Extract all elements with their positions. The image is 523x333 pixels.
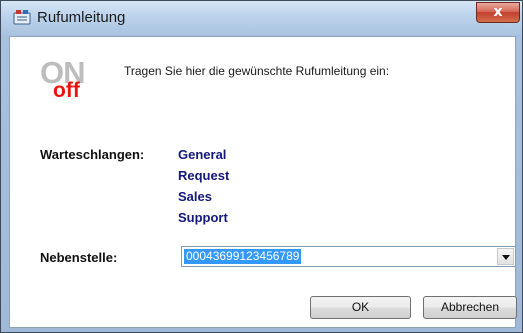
on-off-logo: ON off: [40, 57, 90, 107]
chevron-down-icon: [502, 255, 510, 260]
extension-combobox[interactable]: 00043699123456789: [181, 246, 516, 267]
ok-button[interactable]: OK: [310, 296, 411, 319]
close-icon: x: [493, 4, 503, 20]
instruction-text: Tragen Sie hier die gewünschte Rufumleit…: [124, 64, 390, 78]
queues-label: Warteschlangen:: [40, 147, 145, 162]
extension-value[interactable]: 00043699123456789: [184, 249, 302, 264]
logo-off-text: off: [53, 79, 80, 102]
queue-item-general[interactable]: General: [178, 146, 229, 167]
cancel-button[interactable]: Abbrechen: [423, 296, 517, 319]
queue-list: General Request Sales Support: [178, 146, 229, 230]
window-title: Rufumleitung: [37, 9, 126, 26]
title-bar[interactable]: Rufumleitung x: [1, 1, 522, 35]
queue-item-sales[interactable]: Sales: [178, 188, 229, 209]
queue-item-support[interactable]: Support: [178, 209, 229, 230]
phone-redirect-icon: [13, 10, 31, 25]
dialog-window: Rufumleitung x ON off Tragen Sie hier di…: [0, 0, 523, 333]
dropdown-button[interactable]: [497, 248, 514, 265]
dialog-content: ON off Tragen Sie hier die gewünschte Ru…: [9, 36, 517, 328]
extension-label: Nebenstelle:: [40, 250, 118, 265]
queue-item-request[interactable]: Request: [178, 167, 229, 188]
close-button[interactable]: x: [476, 2, 520, 23]
